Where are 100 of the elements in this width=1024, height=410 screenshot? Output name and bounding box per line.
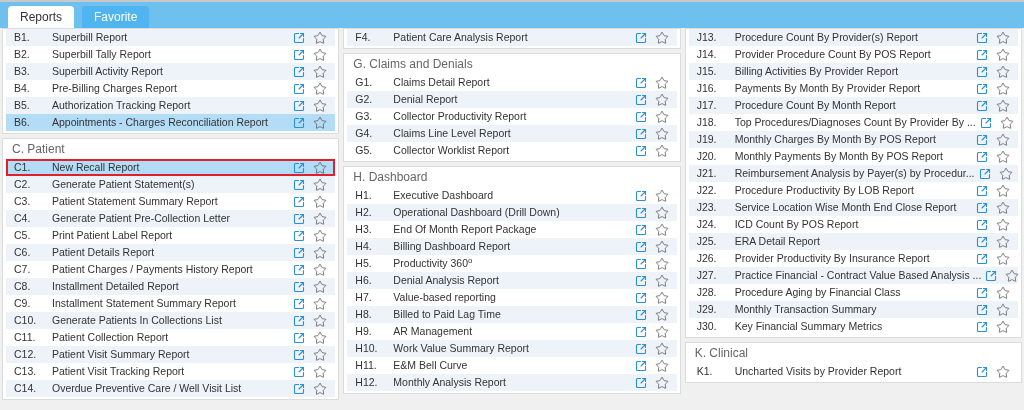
report-row[interactable]: H4. Billing Dashboard Report <box>347 238 677 255</box>
external-link-icon[interactable] <box>293 161 306 174</box>
report-row[interactable]: J17. Procedure Count By Month Report <box>688 97 1018 114</box>
external-link-icon[interactable] <box>976 184 988 197</box>
star-icon[interactable] <box>654 109 669 124</box>
external-link-icon[interactable] <box>976 133 988 146</box>
external-link-icon[interactable] <box>979 116 992 129</box>
report-row[interactable]: J25. ERA Detail Report <box>688 233 1018 250</box>
star-icon[interactable] <box>999 115 1014 130</box>
report-row[interactable]: B3. Superbill Activity Report <box>6 63 336 80</box>
external-link-icon[interactable] <box>293 280 306 293</box>
external-link-icon[interactable] <box>976 82 988 95</box>
star-icon[interactable] <box>654 188 669 203</box>
report-row[interactable]: H8. Billed to Paid Lag Time <box>347 306 677 323</box>
star-icon[interactable] <box>996 30 1010 45</box>
external-link-icon[interactable] <box>976 48 988 61</box>
star-icon[interactable] <box>654 256 669 271</box>
report-row[interactable]: J23. Service Location Wise Month End Close Report <box>688 199 1018 216</box>
external-link-icon[interactable] <box>634 240 647 253</box>
star-icon[interactable] <box>654 222 669 237</box>
external-link-icon[interactable] <box>293 229 306 242</box>
star-icon[interactable] <box>313 160 328 175</box>
report-row[interactable]: C14. Overdue Preventive Care / Well Visit List <box>6 380 336 397</box>
star-icon[interactable] <box>313 313 328 328</box>
external-link-icon[interactable] <box>293 331 306 344</box>
external-link-icon[interactable] <box>634 359 647 372</box>
star-icon[interactable] <box>654 324 669 339</box>
star-icon[interactable] <box>996 319 1010 334</box>
star-icon[interactable] <box>654 30 669 45</box>
report-row[interactable]: C4. Generate Patient Pre-Collection Letter <box>6 210 336 227</box>
star-icon[interactable] <box>996 149 1010 164</box>
external-link-icon[interactable] <box>976 252 988 265</box>
report-row[interactable]: C2. Generate Patient Statement(s) <box>6 176 336 193</box>
star-icon[interactable] <box>313 262 328 277</box>
report-row[interactable]: H2. Operational Dashboard (Drill Down) <box>347 204 677 221</box>
star-icon[interactable] <box>996 81 1010 96</box>
external-link-icon[interactable] <box>976 31 988 44</box>
report-row[interactable]: B5. Authorization Tracking Report <box>6 97 336 114</box>
external-link-icon[interactable] <box>976 320 988 333</box>
external-link-icon[interactable] <box>293 116 306 129</box>
external-link-icon[interactable] <box>976 235 988 248</box>
external-link-icon[interactable] <box>293 297 306 310</box>
external-link-icon[interactable] <box>634 325 647 338</box>
star-icon[interactable] <box>313 64 328 79</box>
star-icon[interactable] <box>996 302 1010 317</box>
star-icon[interactable] <box>996 98 1010 113</box>
report-row[interactable]: H6. Denial Analysis Report <box>347 272 677 289</box>
external-link-icon[interactable] <box>976 286 988 299</box>
report-row[interactable]: J29. Monthly Transaction Summary <box>688 301 1018 318</box>
star-icon[interactable] <box>313 194 328 209</box>
star-icon[interactable] <box>654 341 669 356</box>
report-row[interactable]: C8. Installment Detailed Report <box>6 278 336 295</box>
star-icon[interactable] <box>313 347 328 362</box>
external-link-icon[interactable] <box>634 223 647 236</box>
external-link-icon[interactable] <box>293 263 306 276</box>
star-icon[interactable] <box>654 358 669 373</box>
external-link-icon[interactable] <box>976 201 988 214</box>
external-link-icon[interactable] <box>634 308 647 321</box>
external-link-icon[interactable] <box>634 291 647 304</box>
report-row[interactable]: J27. Practice Financial - Contract Value Based Analysis ... <box>688 267 1018 284</box>
report-row[interactable]: G4. Claims Line Level Report <box>347 125 677 142</box>
star-icon[interactable] <box>313 81 328 96</box>
star-icon[interactable] <box>313 279 328 294</box>
external-link-icon[interactable] <box>976 150 988 163</box>
star-icon[interactable] <box>654 143 669 158</box>
report-row[interactable]: C1. New Recall Report <box>6 159 336 176</box>
star-icon[interactable] <box>1005 268 1020 283</box>
external-link-icon[interactable] <box>293 82 306 95</box>
star-icon[interactable] <box>996 251 1010 266</box>
report-row[interactable]: H10. Work Value Summary Report <box>347 340 677 357</box>
star-icon[interactable] <box>996 132 1010 147</box>
report-row[interactable]: F4. Patient Care Analysis Report <box>347 29 677 46</box>
external-link-icon[interactable] <box>293 99 306 112</box>
star-icon[interactable] <box>313 211 328 226</box>
report-row[interactable]: C10. Generate Patients In Collections List <box>6 312 336 329</box>
external-link-icon[interactable] <box>293 382 306 395</box>
star-icon[interactable] <box>996 183 1010 198</box>
star-icon[interactable] <box>996 217 1010 232</box>
star-icon[interactable] <box>313 245 328 260</box>
star-icon[interactable] <box>654 92 669 107</box>
star-icon[interactable] <box>313 47 328 62</box>
star-icon[interactable] <box>313 296 328 311</box>
external-link-icon[interactable] <box>634 206 647 219</box>
external-link-icon[interactable] <box>293 348 306 361</box>
external-link-icon[interactable] <box>634 76 647 89</box>
external-link-icon[interactable] <box>634 31 647 44</box>
external-link-icon[interactable] <box>634 93 647 106</box>
star-icon[interactable] <box>996 47 1010 62</box>
star-icon[interactable] <box>996 234 1010 249</box>
external-link-icon[interactable] <box>293 195 306 208</box>
report-row[interactable]: C12. Patient Visit Summary Report <box>6 346 336 363</box>
external-link-icon[interactable] <box>978 167 991 180</box>
external-link-icon[interactable] <box>293 212 306 225</box>
star-icon[interactable] <box>654 273 669 288</box>
star-icon[interactable] <box>654 75 669 90</box>
star-icon[interactable] <box>654 290 669 305</box>
external-link-icon[interactable] <box>293 178 306 191</box>
external-link-icon[interactable] <box>634 144 647 157</box>
star-icon[interactable] <box>313 364 328 379</box>
external-link-icon[interactable] <box>634 342 647 355</box>
